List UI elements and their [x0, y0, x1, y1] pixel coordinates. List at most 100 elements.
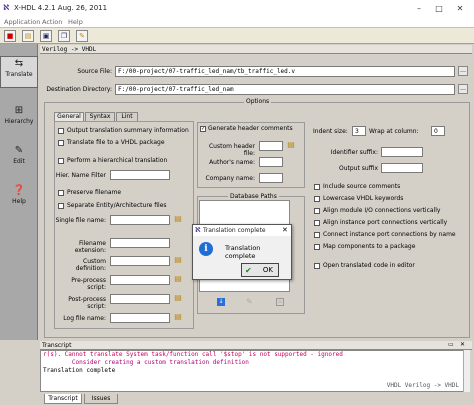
destination-directory-input[interactable]: F:/00-project/07-traffic_led_nam: [115, 84, 455, 95]
toolbar: ■ ▤ ▣ ❐ ✎: [0, 28, 474, 44]
open-icon[interactable]: ▤: [22, 30, 34, 42]
single-file-browse-icon[interactable]: ▤: [173, 214, 183, 224]
translate-icon: ⇆: [14, 58, 24, 69]
align-module-io-label: Align module I/O connections vertically: [323, 207, 441, 214]
menu-action[interactable]: Action: [42, 18, 62, 26]
output-suffix-input[interactable]: [381, 163, 423, 173]
align-instance-port-label: Align instance port connections vertical…: [323, 219, 448, 226]
tab-general[interactable]: General: [54, 112, 84, 121]
company-name-input[interactable]: [259, 173, 283, 183]
authors-name-input[interactable]: [259, 157, 283, 167]
nav-help[interactable]: ❓ Help: [0, 184, 38, 214]
checkbox-generate-header-comments[interactable]: ✓: [200, 126, 206, 132]
close-button[interactable]: ✕: [452, 2, 468, 15]
pre-process-browse-icon[interactable]: ▤: [173, 274, 183, 284]
checkbox-align-module-io[interactable]: [314, 208, 320, 214]
stop-icon[interactable]: ■: [4, 30, 16, 42]
destination-browse-button[interactable]: …: [458, 84, 468, 94]
edit-path-icon[interactable]: ✎: [246, 297, 253, 306]
checkbox-vhdl-package[interactable]: [58, 140, 64, 146]
ok-button-label: OK: [262, 266, 273, 274]
transcript-restore-button[interactable]: ▭: [448, 341, 454, 348]
log-file-browse-icon[interactable]: ▤: [173, 312, 183, 322]
connect-by-name-label: Connect instance port connections by nam…: [323, 231, 456, 238]
nav-hierarchy-label: Hierarchy: [4, 118, 34, 125]
indent-size-spinner[interactable]: 3: [352, 126, 366, 136]
tab-syntax[interactable]: Syntax: [85, 112, 115, 121]
post-process-script-label: Post-process script:: [68, 296, 106, 310]
identifier-suffix-input[interactable]: [381, 147, 423, 157]
tab-issues[interactable]: Issues: [84, 394, 118, 404]
transcript-line: Translation complete: [43, 367, 116, 374]
hier-name-filter-input[interactable]: [110, 170, 170, 180]
checkbox-hierarchical[interactable]: [58, 158, 64, 164]
custom-header-file-input[interactable]: [259, 141, 283, 151]
options-title: Options: [244, 98, 272, 105]
ok-button[interactable]: ✔ OK: [241, 263, 279, 277]
hier-name-filter-label: Hier. Name Filter: [55, 172, 106, 179]
info-icon: i: [199, 242, 213, 256]
post-process-script-input[interactable]: [110, 294, 170, 304]
wrap-at-column-label: Wrap at column:: [369, 128, 419, 135]
dialog-message: Translation complete: [225, 244, 261, 260]
copy-icon[interactable]: ❐: [58, 30, 70, 42]
checkbox-lowercase-keywords[interactable]: [314, 196, 320, 202]
authors-name-label: Author's name:: [209, 159, 255, 166]
source-file-label: Source File:: [77, 68, 112, 75]
checkbox-connect-by-name[interactable]: [314, 232, 320, 238]
wrap-at-column-spinner[interactable]: 0: [431, 126, 445, 136]
menu-application[interactable]: Application: [4, 18, 40, 26]
save-icon[interactable]: ▣: [40, 30, 52, 42]
filename-extension-input[interactable]: [110, 238, 170, 248]
transcript-close-button[interactable]: ✕: [460, 341, 465, 348]
log-file-name-input[interactable]: [110, 313, 170, 323]
database-paths-title: Database Paths: [228, 193, 279, 200]
add-path-icon[interactable]: ↓: [217, 298, 225, 306]
ok-check-icon: ✔: [245, 266, 252, 275]
custom-definition-browse-icon[interactable]: ▤: [173, 255, 183, 265]
lowercase-keywords-label: Lowercase VHDL keywords: [323, 195, 404, 202]
transcript-scrollbar[interactable]: [463, 350, 470, 392]
nav-hierarchy[interactable]: ⊞ Hierarchy: [0, 104, 38, 134]
source-browse-button[interactable]: …: [458, 66, 468, 76]
custom-header-file-label: Custom header file:: [208, 143, 255, 157]
single-file-name-input[interactable]: [110, 215, 170, 225]
menu-help[interactable]: Help: [68, 18, 83, 26]
edit-icon[interactable]: ✎: [76, 30, 88, 42]
translation-direction-header: Verilog -> VHDL: [40, 45, 472, 54]
checkbox-translation-summary-label: Output translation summary information: [67, 127, 189, 134]
nav-translate-label: Translate: [5, 71, 33, 78]
dialog-title: Translation complete: [193, 225, 291, 236]
dialog-close-button[interactable]: ✕: [282, 226, 288, 234]
checkbox-open-in-editor[interactable]: [314, 263, 320, 269]
checkbox-map-components[interactable]: [314, 244, 320, 250]
checkbox-align-instance-port[interactable]: [314, 220, 320, 226]
maximize-button[interactable]: □: [431, 2, 447, 15]
map-components-label: Map components to a package: [323, 243, 416, 250]
transcript-line: Consider creating a custom translation d…: [43, 359, 249, 366]
tab-transcript[interactable]: Transcript: [44, 394, 82, 404]
post-process-browse-icon[interactable]: ▤: [173, 293, 183, 303]
tab-lint[interactable]: Lint: [116, 112, 138, 121]
transcript-header: Transcript: [40, 341, 472, 350]
transcript-title: Transcript: [42, 342, 72, 349]
transcript-line: r(s). Cannot translate System task/funct…: [43, 351, 343, 358]
source-file-input[interactable]: F:/00-project/07-traffic_led_nam/tb_traf…: [115, 66, 455, 77]
checkbox-include-source-comments[interactable]: [314, 184, 320, 190]
custom-definition-input[interactable]: [110, 256, 170, 266]
pre-process-script-input[interactable]: [110, 275, 170, 285]
hierarchy-icon: ⊞: [14, 105, 24, 116]
nav-translate[interactable]: ⇆ Translate: [0, 56, 38, 88]
custom-header-browse-icon[interactable]: ▤: [286, 140, 296, 150]
minimize-button[interactable]: –: [411, 2, 427, 15]
log-file-name-label: Log file name:: [63, 315, 106, 322]
checkbox-preserve-filename[interactable]: [58, 190, 64, 196]
transcript-output[interactable]: r(s). Cannot translate System task/funct…: [40, 350, 470, 392]
checkbox-separate-entity[interactable]: [58, 203, 64, 209]
menu-bar: Application Action Help: [0, 17, 474, 28]
checkbox-translation-summary[interactable]: [58, 128, 64, 134]
output-suffix-label: Output suffix: [338, 165, 378, 172]
remove-path-icon[interactable]: ▫: [276, 298, 284, 306]
app-logo-icon: ℵ: [3, 3, 10, 12]
nav-edit[interactable]: ✎ Edit: [0, 144, 38, 174]
